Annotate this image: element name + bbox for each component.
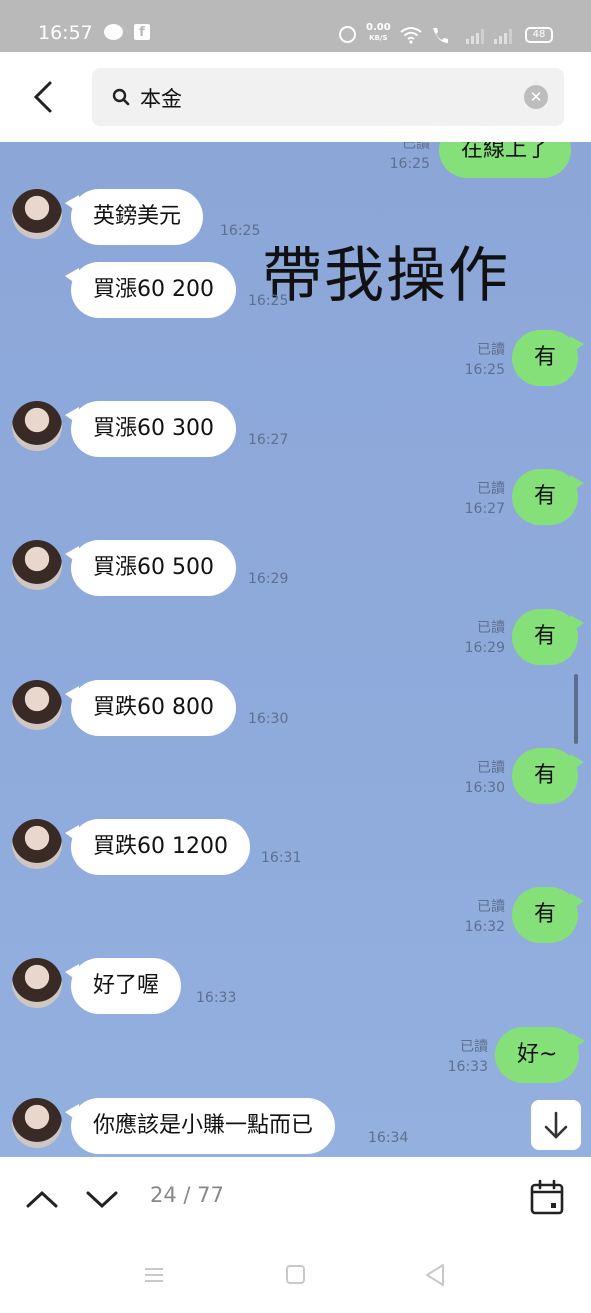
chat-area[interactable]: 已讀 16:25 在線上了 英鎊美元 16:25 帶我操作 買漲60 200 1… — [0, 142, 591, 1157]
search-header: 本金 ✕ — [0, 52, 591, 142]
read-receipt: 已讀 — [402, 142, 430, 152]
calendar-icon[interactable] — [530, 1179, 564, 1215]
read-receipt: 已讀 — [477, 760, 505, 776]
message-bubble-incoming[interactable]: 買漲60 300 — [65, 401, 236, 457]
message-time: 16:29 — [248, 571, 289, 587]
clock: 16:57 — [38, 22, 93, 44]
message-bubble-outgoing[interactable]: 有 — [512, 887, 585, 943]
message-meta: 已讀 16:33 — [438, 1037, 488, 1077]
status-bar: 16:57 f 0.00 KB/S 48 — [0, 0, 591, 52]
message-meta: 已讀 16:29 — [455, 618, 505, 658]
search-result-bar: 24 / 77 — [0, 1157, 591, 1245]
signal-icon-2 — [494, 28, 512, 44]
menu-icon[interactable] — [144, 1267, 164, 1283]
system-navigation-bar — [0, 1245, 591, 1313]
read-receipt: 已讀 — [477, 481, 505, 497]
network-speed-value: 0.00 — [366, 22, 391, 33]
avatar[interactable] — [12, 540, 62, 590]
search-query[interactable]: 本金 — [140, 83, 182, 113]
avatar[interactable] — [12, 680, 62, 730]
message-time: 16:27 — [248, 432, 289, 448]
message-meta: 已讀 16:25 — [455, 340, 505, 380]
message-bubble-incoming[interactable]: 好了喔 — [64, 958, 182, 1014]
clear-icon[interactable]: ✕ — [524, 85, 548, 109]
message-time: 16:32 — [464, 919, 505, 935]
avatar[interactable] — [12, 189, 62, 239]
message-time: 16:31 — [261, 850, 302, 866]
message-bubble-incoming[interactable]: 買跌60 800 — [65, 680, 236, 736]
message-time: 16:33 — [196, 990, 237, 1006]
chevron-up-icon[interactable] — [24, 1185, 60, 1213]
scrollbar[interactable] — [574, 674, 578, 744]
read-receipt: 已讀 — [477, 899, 505, 915]
avatar[interactable] — [12, 1098, 62, 1148]
scroll-down-arrow-icon[interactable] — [531, 1100, 581, 1150]
alarm-icon — [339, 26, 356, 43]
message-time: 16:34 — [368, 1130, 409, 1146]
message-meta: 已讀 16:25 — [380, 142, 430, 174]
message-time: 16:33 — [447, 1059, 488, 1075]
message-bubble-incoming[interactable]: 買漲60 200 — [65, 262, 236, 318]
message-time: 16:25 — [248, 293, 289, 309]
back-arrow-icon[interactable] — [28, 80, 60, 114]
back-triangle-icon[interactable] — [424, 1263, 446, 1287]
read-receipt: 已讀 — [477, 342, 505, 358]
message-time: 16:25 — [220, 223, 261, 239]
signal-icon — [466, 28, 484, 44]
overlay-caption: 帶我操作 — [262, 241, 510, 311]
message-time: 16:30 — [248, 711, 289, 727]
message-bubble-outgoing[interactable]: 有 — [512, 330, 585, 386]
network-speed: 0.00 KB/S — [366, 23, 391, 43]
message-time: 16:30 — [464, 780, 505, 796]
read-receipt: 已讀 — [477, 620, 505, 636]
message-bubble-outgoing[interactable]: 有 — [512, 748, 585, 804]
message-bubble-outgoing[interactable]: 有 — [512, 469, 585, 525]
message-time: 16:27 — [464, 501, 505, 517]
home-icon[interactable] — [286, 1265, 305, 1284]
message-bubble-outgoing[interactable]: 有 — [512, 609, 585, 665]
avatar[interactable] — [12, 401, 62, 451]
message-time: 16:25 — [464, 362, 505, 378]
message-bubble-outgoing[interactable]: 好~ — [495, 1027, 586, 1083]
message-meta: 已讀 16:27 — [455, 479, 505, 519]
message-time: 16:29 — [464, 640, 505, 656]
message-bubble-incoming[interactable]: 你應該是小賺一點而已 — [64, 1098, 336, 1154]
battery-icon: 48 — [525, 27, 553, 43]
volte-call-icon — [430, 26, 454, 48]
result-counter: 24 / 77 — [150, 1183, 224, 1207]
avatar[interactable] — [12, 819, 62, 869]
read-receipt: 已讀 — [460, 1039, 488, 1055]
message-bubble-incoming[interactable]: 買跌60 1200 — [65, 819, 250, 875]
network-speed-unit: KB/S — [369, 34, 388, 42]
message-meta: 已讀 16:30 — [455, 758, 505, 798]
message-bubble-incoming[interactable]: 英鎊美元 — [64, 189, 204, 245]
message-time: 16:25 — [389, 156, 430, 172]
line-icon — [104, 24, 123, 40]
message-bubble-incoming[interactable]: 買漲60 500 — [65, 540, 236, 596]
search-field[interactable]: 本金 ✕ — [92, 68, 564, 126]
message-meta: 已讀 16:32 — [455, 897, 505, 937]
facebook-icon: f — [134, 24, 150, 40]
avatar[interactable] — [12, 958, 62, 1008]
search-icon — [112, 88, 130, 106]
message-bubble-outgoing[interactable]: 在線上了 — [439, 142, 578, 178]
wifi-icon — [400, 26, 422, 48]
chevron-down-icon[interactable] — [84, 1185, 120, 1213]
